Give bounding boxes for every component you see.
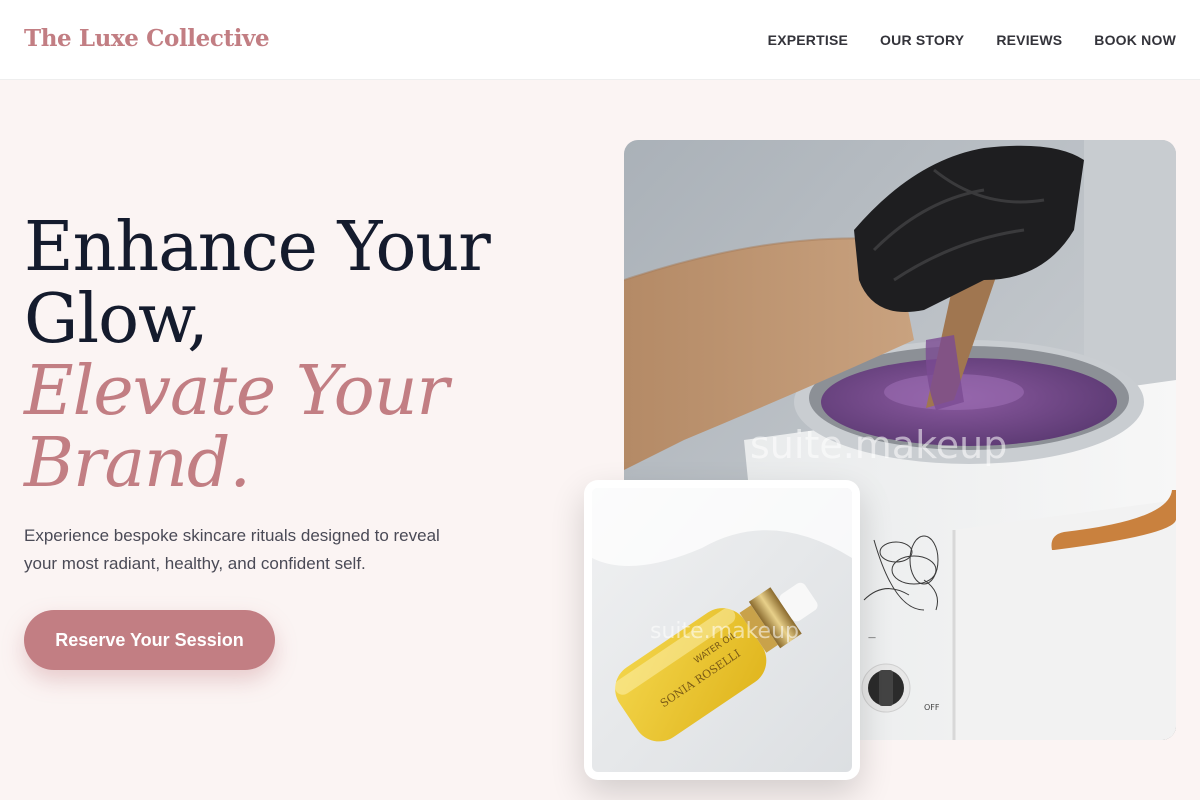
nav-links: EXPERTISE OUR STORY REVIEWS BOOK NOW (768, 32, 1176, 48)
svg-text:—: — (868, 633, 876, 642)
svg-text:OFF: OFF (924, 703, 940, 712)
hero-title-line-4: Brand. (24, 424, 251, 503)
reserve-session-button[interactable]: Reserve Your Session (24, 610, 275, 670)
hero-title-line-2: Glow, (24, 280, 209, 359)
hero-description: Experience bespoke skincare rituals desi… (24, 526, 440, 573)
brand-logo[interactable]: The Luxe Collective (24, 25, 270, 52)
main-photo-watermark: suite.makeup (750, 423, 1007, 467)
nav-link-expertise[interactable]: EXPERTISE (768, 32, 848, 48)
hero-title-line-1: Enhance Your (24, 208, 491, 287)
hero-title-line-3: Elevate Your (24, 352, 449, 431)
serum-bottle-photo: WATER OIL SONIA ROSELLI suite.makeup (592, 488, 852, 772)
top-navbar: The Luxe Collective EXPERTISE OUR STORY … (0, 0, 1200, 80)
small-photo-watermark: suite.makeup (650, 619, 799, 644)
nav-link-reviews[interactable]: REVIEWS (996, 32, 1062, 48)
serum-product-card: WATER OIL SONIA ROSELLI suite.makeup (584, 480, 860, 780)
nav-link-our-story[interactable]: OUR STORY (880, 32, 964, 48)
nav-link-book-now[interactable]: BOOK NOW (1094, 32, 1176, 48)
hero-heading: Enhance Your Glow, Elevate Your Brand. (24, 212, 544, 500)
